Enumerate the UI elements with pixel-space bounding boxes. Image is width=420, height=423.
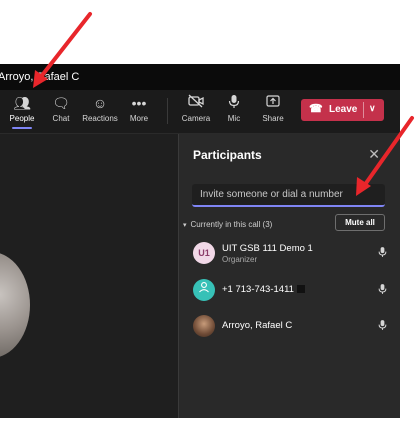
arrow-to-invite-field: [356, 116, 414, 196]
screenshot-stage: Arroyo, Rafael C 👥︎ People 🗨︎ Chat ☺ Rea…: [0, 0, 420, 423]
annotation-arrows: [33, 12, 414, 196]
arrow-to-people-icon: [33, 12, 92, 88]
